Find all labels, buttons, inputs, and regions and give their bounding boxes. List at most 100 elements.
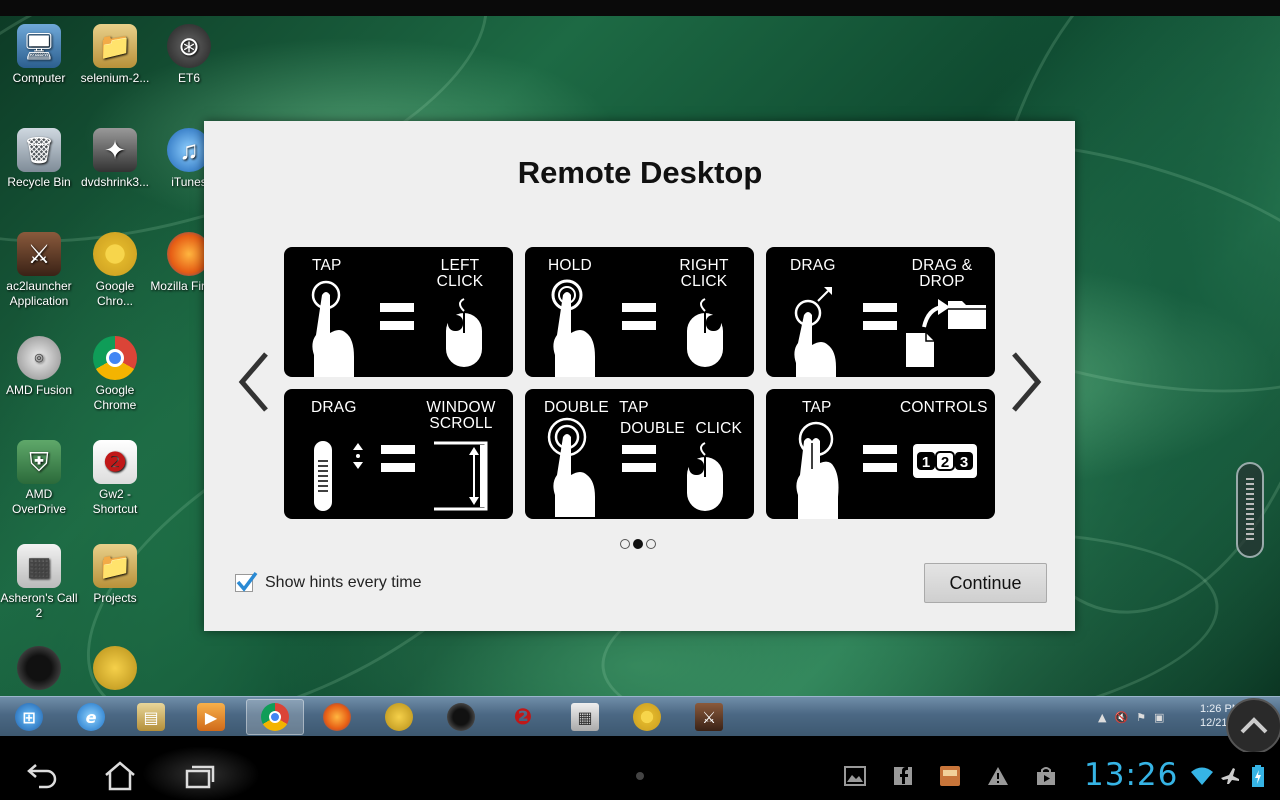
store-notification-icon[interactable] bbox=[1034, 764, 1058, 788]
hint-card-drag-drop: DRAG DRAG & DROP bbox=[766, 247, 995, 377]
recent-apps-button[interactable] bbox=[170, 756, 230, 796]
back-button[interactable] bbox=[10, 756, 70, 796]
desktop-icon-label: Google Chro... bbox=[95, 279, 135, 308]
taskbar-asherons-call[interactable]: ▦ bbox=[556, 699, 614, 735]
checkmark-icon bbox=[236, 571, 258, 592]
taskbar-google-chrome-2[interactable] bbox=[618, 699, 676, 735]
desktop-icon-projects[interactable]: 📁 Projects bbox=[76, 544, 154, 606]
chevron-right-icon bbox=[1012, 352, 1042, 412]
desktop-icon-label: AMD OverDrive bbox=[11, 487, 66, 516]
ring-icon bbox=[385, 703, 413, 731]
mouse-double-click-icon bbox=[687, 442, 723, 511]
taskbar-disc-app[interactable] bbox=[432, 699, 490, 735]
desktop-icon-computer[interactable]: 🖥 Computer bbox=[0, 24, 78, 86]
folder-icon: 📁 bbox=[93, 544, 137, 588]
desktop-icon-gw2[interactable]: ❷ Gw2 - Shortcut bbox=[76, 440, 154, 517]
chevron-left-icon bbox=[238, 352, 268, 412]
firefox-icon bbox=[323, 703, 351, 731]
two-finger-tap-icon bbox=[796, 421, 839, 519]
desktop-icon-google-chrome-1[interactable]: Google Chro... bbox=[76, 232, 154, 309]
home-button[interactable] bbox=[90, 756, 150, 796]
action-label: WINDOW SCROLL bbox=[426, 399, 496, 432]
taskbar-ring-app[interactable] bbox=[370, 699, 428, 735]
taskbar-media-player[interactable]: ▶ bbox=[182, 699, 240, 735]
hold-hand-icon bbox=[551, 279, 595, 377]
desktop-icon-unnamed-2[interactable] bbox=[76, 646, 154, 693]
asherons-call-icon: ▦ bbox=[17, 544, 61, 588]
svg-text:1: 1 bbox=[922, 454, 930, 471]
desktop-icon-asherons-call[interactable]: ▦ Asheron's Call 2 bbox=[0, 544, 78, 621]
expand-controls-button[interactable] bbox=[1226, 698, 1280, 754]
menu-dot[interactable] bbox=[636, 772, 644, 780]
mouse-right-click-icon bbox=[687, 298, 723, 367]
gesture-label: DRAG bbox=[311, 399, 357, 416]
gw2-icon: ❷ bbox=[513, 704, 533, 730]
start-button[interactable]: ⊞ bbox=[0, 699, 58, 735]
ac2launcher-icon: ⚔ bbox=[17, 232, 61, 276]
desktop-icon-label: selenium-2... bbox=[80, 71, 150, 85]
desktop-icon-label: Asheron's Call 2 bbox=[0, 591, 78, 620]
desktop-icon-label: AMD Fusion bbox=[5, 383, 73, 397]
media-player-icon: ▶ bbox=[197, 703, 225, 731]
chrome-icon bbox=[633, 703, 661, 731]
svg-text:3: 3 bbox=[960, 454, 968, 471]
system-clock[interactable]: 13:26 bbox=[1084, 757, 1178, 793]
taskbar-ac2launcher[interactable]: ⚔ bbox=[680, 699, 738, 735]
drag-drop-folder-icon bbox=[906, 299, 986, 367]
folder-icon: 📁 bbox=[93, 24, 137, 68]
page-dot-3[interactable] bbox=[646, 539, 656, 549]
recent-apps-icon bbox=[185, 765, 215, 789]
facebook-notification-icon[interactable] bbox=[891, 764, 915, 788]
taskbar-gw2[interactable]: ❷ bbox=[494, 699, 552, 735]
hint-card-controls: TAP CONTROLS 1 2 3 bbox=[766, 389, 995, 519]
taskbar-internet-explorer[interactable]: e bbox=[62, 699, 120, 735]
gesture-label: TAP bbox=[802, 399, 832, 416]
desktop-icon-label: Gw2 - Shortcut bbox=[92, 487, 138, 516]
action-label: CONTROLS bbox=[900, 399, 988, 416]
page-dot-1[interactable] bbox=[620, 539, 630, 549]
action-label: DOUBLE CLICK bbox=[620, 420, 743, 437]
taskbar-google-chrome[interactable] bbox=[246, 699, 304, 735]
computer-icon: 🖥 bbox=[17, 24, 61, 68]
page-dot-2[interactable] bbox=[633, 539, 643, 549]
volume-muted-icon[interactable]: 🔇 bbox=[1114, 711, 1128, 724]
next-page-arrow[interactable] bbox=[1006, 350, 1046, 414]
scroll-handle[interactable] bbox=[1236, 462, 1264, 558]
dialog-title: Remote Desktop bbox=[517, 155, 763, 190]
desktop-icon-label: Computer bbox=[12, 71, 66, 85]
gallery-notification-icon[interactable] bbox=[843, 764, 867, 788]
show-hidden-icons-icon[interactable]: ▲ bbox=[1098, 711, 1106, 724]
previous-page-arrow[interactable] bbox=[234, 350, 274, 414]
svg-text:2: 2 bbox=[941, 454, 949, 471]
action-center-flag-icon[interactable]: ⚑ bbox=[1136, 711, 1146, 724]
desktop-icon-google-chrome-2[interactable]: Google Chrome bbox=[76, 336, 154, 413]
taskbar-explorer[interactable]: ▤ bbox=[122, 699, 180, 735]
chrome-icon bbox=[261, 703, 289, 731]
chrome-icon bbox=[93, 232, 137, 276]
desktop-icon-label: Projects bbox=[93, 591, 137, 605]
show-hints-label[interactable]: Show hints every time bbox=[265, 574, 422, 592]
equals-icon bbox=[863, 445, 897, 472]
show-hints-checkbox[interactable] bbox=[235, 571, 258, 592]
equals-icon bbox=[380, 303, 414, 330]
network-icon[interactable]: ▣ bbox=[1154, 711, 1164, 724]
amd-overdrive-icon: ⛨ bbox=[17, 440, 61, 484]
desktop-icon-ac2launcher[interactable]: ⚔ ac2launcher Application bbox=[0, 232, 78, 309]
wheel-icon: ⊛ bbox=[167, 24, 211, 68]
system-tray: ▲ 🔇 ⚑ ▣ bbox=[1098, 702, 1164, 732]
gesture-label: DOUBLE TAP bbox=[544, 399, 649, 416]
disc-icon bbox=[17, 646, 61, 690]
desktop-icon-amd-overdrive[interactable]: ⛨ AMD OverDrive bbox=[0, 440, 78, 517]
desktop-icon-et6[interactable]: ⊛ ET6 bbox=[150, 24, 228, 86]
windows-taskbar: ⊞ e ▤ ▶ ❷ ▦ ⚔ bbox=[0, 696, 1280, 736]
desktop-icon-amd-fusion[interactable]: ◎ AMD Fusion bbox=[0, 336, 78, 398]
continue-button[interactable]: Continue bbox=[924, 563, 1047, 603]
desktop-icon-selenium[interactable]: 📁 selenium-2... bbox=[76, 24, 154, 86]
ac2launcher-icon: ⚔ bbox=[695, 703, 723, 731]
desktop-icon-unnamed-1[interactable] bbox=[0, 646, 78, 693]
app-notification-icon[interactable] bbox=[938, 764, 962, 788]
warning-notification-icon[interactable] bbox=[986, 764, 1010, 788]
taskbar-firefox[interactable] bbox=[308, 699, 366, 735]
desktop-icon-label: ET6 bbox=[177, 71, 200, 85]
airplane-icon bbox=[1218, 764, 1242, 788]
